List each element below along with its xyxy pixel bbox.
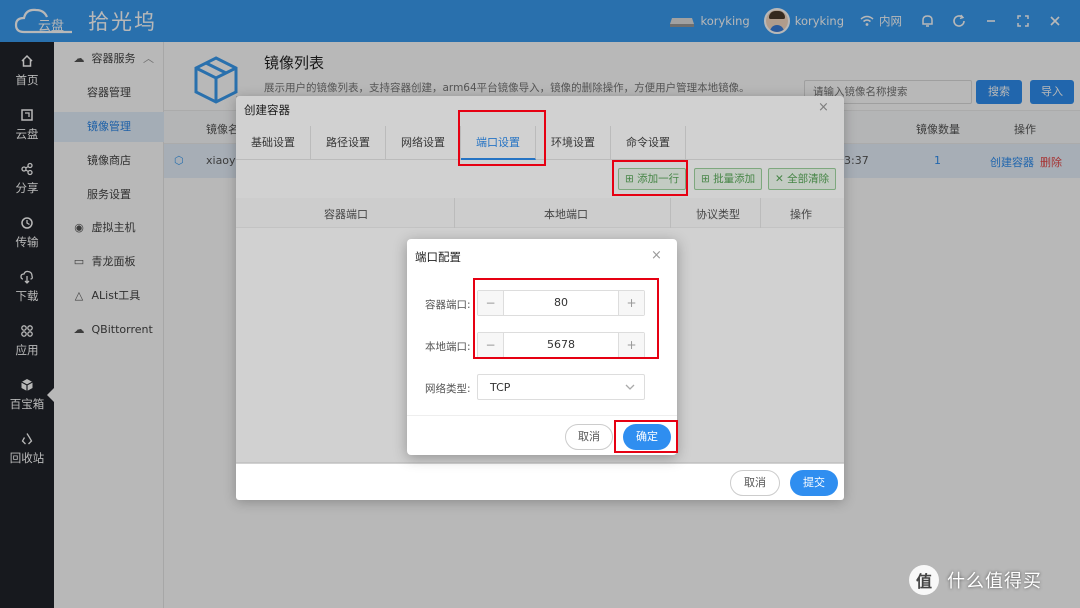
port-config-dialog: 端口配置 × 容器端口: − 80 + 本地端口: − 5678 + 网络类型:…	[407, 239, 677, 455]
plus-icon[interactable]: +	[618, 291, 644, 315]
confirm-button[interactable]: 确定	[623, 424, 671, 450]
cancel-button[interactable]: 取消	[730, 470, 780, 496]
local-port-stepper[interactable]: − 5678 +	[477, 332, 645, 358]
network-type-select[interactable]: TCP	[477, 374, 645, 400]
local-port-value[interactable]: 5678	[504, 333, 618, 357]
minus-icon[interactable]: −	[478, 291, 504, 315]
network-type-value: TCP	[490, 381, 511, 394]
watermark-logo: 值	[909, 565, 939, 595]
divider	[407, 415, 677, 416]
container-port-value[interactable]: 80	[504, 291, 618, 315]
dialog-title: 端口配置	[415, 250, 461, 264]
network-type-label: 网络类型:	[425, 383, 471, 395]
plus-icon[interactable]: +	[618, 333, 644, 357]
local-port-label: 本地端口:	[425, 341, 471, 353]
submit-button[interactable]: 提交	[790, 470, 838, 496]
minus-icon[interactable]: −	[478, 333, 504, 357]
close-icon[interactable]: ×	[651, 248, 662, 263]
container-port-label: 容器端口:	[425, 299, 471, 311]
watermark: 值 什么值得买	[909, 564, 1075, 596]
chevron-down-icon	[624, 381, 636, 396]
watermark-text: 什么值得买	[947, 571, 1042, 592]
container-port-stepper[interactable]: − 80 +	[477, 290, 645, 316]
cancel-button[interactable]: 取消	[565, 424, 613, 450]
